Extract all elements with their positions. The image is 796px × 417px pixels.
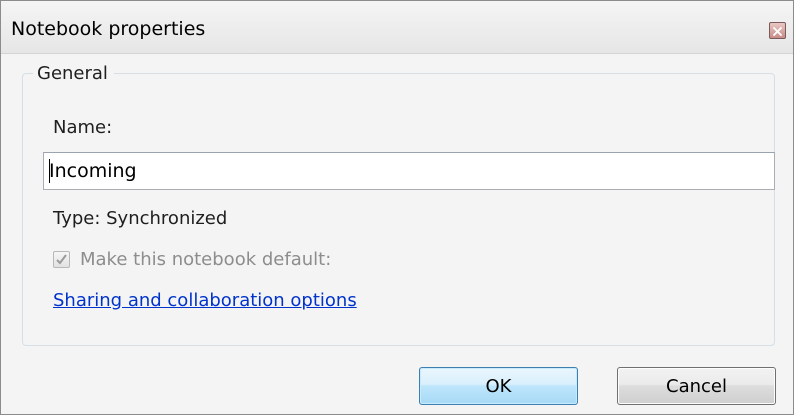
dialog-title: Notebook properties bbox=[11, 18, 206, 40]
sharing-options-link[interactable]: Sharing and collaboration options bbox=[53, 290, 357, 311]
text-caret bbox=[49, 159, 50, 183]
close-icon bbox=[773, 21, 782, 40]
cancel-button[interactable]: Cancel bbox=[617, 367, 776, 405]
title-bar[interactable]: Notebook properties bbox=[1, 1, 793, 54]
name-input[interactable] bbox=[43, 152, 775, 190]
dialog-content: General Name: Type: Synchronized Make th… bbox=[1, 54, 793, 414]
default-notebook-checkbox[interactable] bbox=[53, 251, 70, 268]
notebook-properties-dialog: Notebook properties General Name: Type: … bbox=[0, 0, 794, 415]
general-legend: General bbox=[33, 63, 114, 84]
type-label: Type: Synchronized bbox=[53, 208, 228, 229]
checkmark-icon bbox=[56, 254, 67, 265]
name-label: Name: bbox=[53, 117, 113, 138]
close-button[interactable] bbox=[769, 22, 786, 39]
default-notebook-label: Make this notebook default: bbox=[80, 249, 332, 270]
default-notebook-row: Make this notebook default: bbox=[53, 249, 331, 270]
ok-button[interactable]: OK bbox=[419, 367, 578, 405]
